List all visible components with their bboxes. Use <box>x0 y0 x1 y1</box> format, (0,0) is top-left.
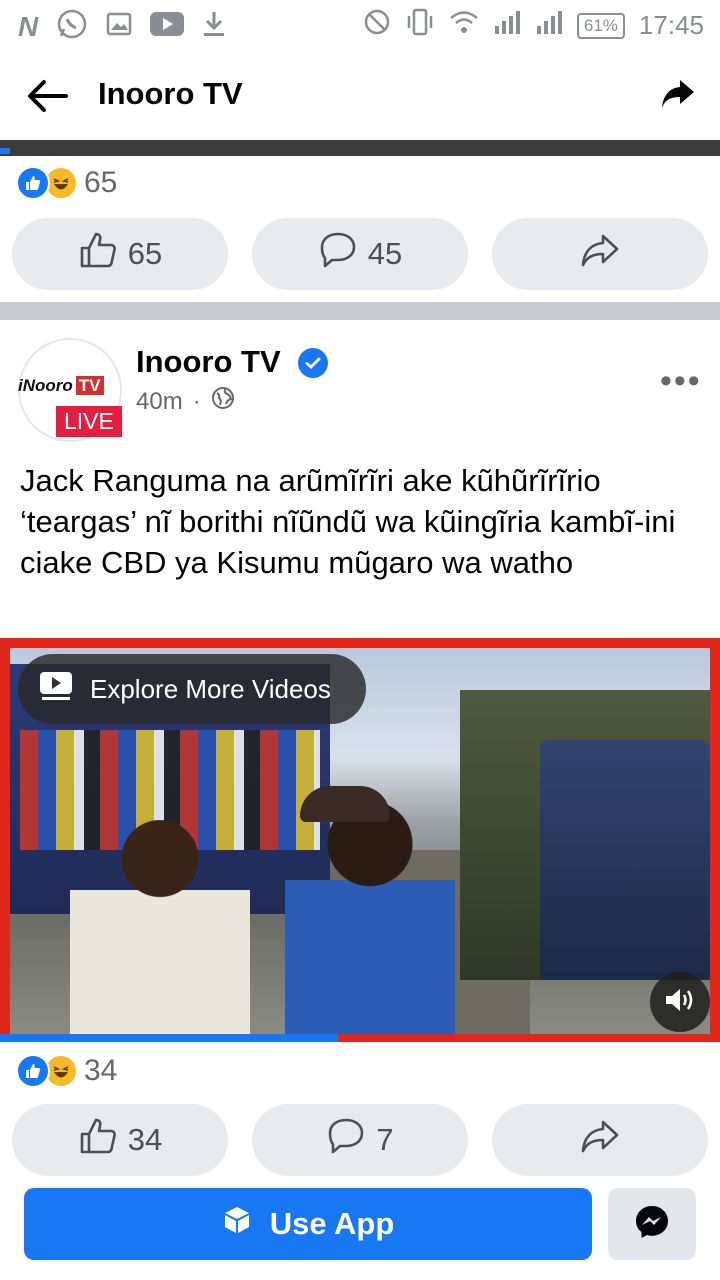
youtube-icon <box>150 11 185 42</box>
back-arrow-icon[interactable] <box>26 78 68 119</box>
video-scene-cap <box>300 786 390 822</box>
wifi-icon <box>449 9 479 42</box>
feed-separator <box>0 302 720 320</box>
like-reaction-icon <box>16 1054 50 1088</box>
reaction-count: 34 <box>84 1054 118 1087</box>
reaction-summary[interactable]: 34 <box>16 1054 117 1088</box>
like-reaction-icon <box>16 166 50 200</box>
download-icon <box>202 10 226 43</box>
status-bar: N 61% 17:45 <box>0 0 720 50</box>
like-button[interactable]: 34 <box>12 1104 228 1176</box>
share-icon <box>580 1118 620 1162</box>
signal-icon <box>535 10 563 41</box>
reaction-count: 65 <box>84 166 118 199</box>
like-button[interactable]: 65 <box>12 218 228 290</box>
like-count: 65 <box>127 236 163 271</box>
status-right-icons: 61% 17:45 <box>363 8 704 43</box>
post-time: 40m <box>136 387 183 415</box>
video-scene-person <box>70 820 250 1034</box>
like-icon <box>78 1116 118 1164</box>
previous-video-progress <box>0 148 10 154</box>
video-play-icon <box>38 670 74 709</box>
app-box-icon <box>222 1205 252 1243</box>
share-button[interactable] <box>492 218 708 290</box>
comment-button[interactable]: 7 <box>252 1104 468 1176</box>
reaction-summary[interactable]: 65 <box>16 166 117 200</box>
comment-count: 45 <box>367 236 403 271</box>
signal-icon <box>493 10 521 41</box>
comment-count: 7 <box>376 1122 394 1157</box>
post-text: Jack Ranguma na arũmĩrĩri ake kũhũrĩrĩri… <box>20 463 676 580</box>
notification-n-icon: N <box>18 10 39 42</box>
dnd-icon <box>363 8 391 43</box>
avatar-logo-tv: TV <box>75 376 104 395</box>
meta-separator: · <box>192 387 201 415</box>
share-button[interactable] <box>492 1104 708 1176</box>
video-scene-person <box>285 790 455 1034</box>
video-scene-vehicle <box>540 740 710 980</box>
gallery-icon <box>106 11 132 42</box>
comment-button[interactable]: 45 <box>252 218 468 290</box>
battery-indicator: 61% <box>576 12 625 39</box>
vibrate-icon <box>405 8 435 43</box>
status-left-icons: N <box>18 8 226 45</box>
more-options-icon[interactable]: ••• <box>660 362 702 401</box>
like-icon <box>78 230 118 278</box>
avatar-logo-text: iNooro <box>18 376 73 395</box>
like-count: 34 <box>127 1122 163 1157</box>
explore-more-videos-button[interactable]: Explore More Videos <box>18 654 366 724</box>
whatsapp-icon <box>56 8 88 45</box>
post-page-name[interactable]: Inooro TV <box>136 344 281 380</box>
page-title: Inooro TV <box>98 76 243 111</box>
use-app-button[interactable]: Use App <box>24 1188 592 1260</box>
use-app-label: Use App <box>269 1206 395 1241</box>
volume-icon <box>663 985 697 1020</box>
sound-toggle-button[interactable] <box>650 972 710 1032</box>
comment-icon <box>318 230 358 278</box>
post-meta: 40m · <box>136 386 235 417</box>
previous-video-edge <box>0 140 720 156</box>
messenger-icon <box>634 1204 670 1245</box>
clock: 17:45 <box>638 10 704 40</box>
video-progress-fill <box>0 1034 339 1042</box>
verified-badge-icon <box>298 348 328 378</box>
share-icon <box>580 232 620 276</box>
explore-label: Explore More Videos <box>90 673 331 704</box>
live-badge: LIVE <box>56 406 122 437</box>
avatar-logo: iNooro TV <box>18 376 104 396</box>
comment-icon <box>326 1116 366 1164</box>
share-icon[interactable] <box>660 78 696 115</box>
messenger-button[interactable] <box>608 1188 696 1260</box>
globe-icon <box>211 386 235 417</box>
